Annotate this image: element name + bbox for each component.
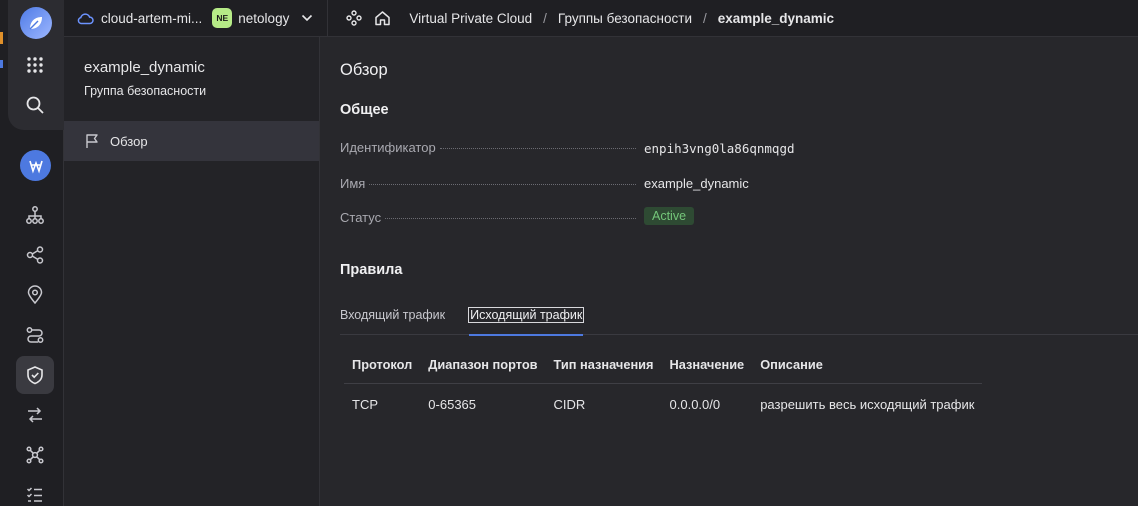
breadcrumb: Virtual Private Cloud / Группы безопасно… [409, 11, 834, 26]
cloud-logo[interactable] [20, 7, 52, 39]
tab-egress[interactable]: Исходящий трафик [468, 303, 585, 336]
folder-name[interactable]: netology [238, 11, 289, 26]
transfer-arrows-icon [28, 407, 42, 423]
field-row-id: Идентификатор [340, 140, 640, 155]
section-rules-title: Правила [340, 262, 403, 278]
location-pin-icon [27, 285, 43, 305]
grid-icon [27, 57, 43, 73]
traffic-tabs: Входящий трафик Исходящий трафик [340, 303, 1138, 336]
sidebar-item-overview[interactable]: Обзор [64, 121, 319, 161]
checklist-icon [26, 487, 42, 502]
share-nodes-icon [26, 246, 44, 264]
cell-protocol: TCP [352, 396, 378, 412]
column-header-protocol: Протокол [344, 347, 421, 384]
column-header-description: Описание [752, 347, 983, 384]
table-header-row: Протокол Диапазон портов Тип назначения … [344, 347, 983, 384]
breadcrumb-vpc[interactable]: Virtual Private Cloud [409, 11, 532, 26]
cell-destination-type: CIDR [553, 396, 586, 412]
breadcrumb-separator: / [702, 10, 707, 26]
nav-connections[interactable] [16, 236, 54, 274]
cloud-icon [77, 13, 94, 25]
resource-sidebar: example_dynamic Группа безопасности Обзо… [64, 37, 320, 506]
search-button[interactable] [16, 86, 54, 124]
main-content: Обзор Общее Идентификатор enpih3vng0la86… [320, 37, 1138, 506]
route-icon [26, 327, 44, 343]
cloud-name: cloud-artem-mi... [101, 10, 203, 26]
flag-icon [86, 134, 98, 148]
top-bar: cloud-artem-mi... NE netology Virtual Pr… [64, 0, 1138, 37]
breadcrumb-security-groups[interactable]: Группы безопасности [558, 11, 692, 26]
nav-topology[interactable] [16, 436, 54, 474]
hub-nodes-icon [26, 446, 44, 464]
field-value-id[interactable]: enpih3vng0la86qnmqgd [644, 141, 795, 156]
services-map-icon[interactable] [346, 10, 363, 26]
divider [327, 0, 329, 37]
leader-dots [439, 148, 636, 149]
edge-marks [0, 32, 3, 72]
tab-ingress[interactable]: Входящий трафик [340, 303, 445, 335]
breadcrumb-separator: / [543, 10, 547, 26]
cell-destination: 0.0.0.0/0 [669, 396, 721, 412]
search-icon [26, 96, 44, 114]
column-header-ports: Диапазон портов [420, 347, 546, 384]
cell-ports: 0-65365 [428, 396, 477, 412]
resource-title: example_dynamic [84, 59, 205, 76]
field-label-id: Идентификатор [340, 140, 436, 155]
field-row-name: Имя [340, 176, 640, 191]
status-badge: Active [644, 207, 695, 225]
nav-networks[interactable] [16, 196, 54, 234]
rules-table: Протокол Диапазон портов Тип назначения … [344, 347, 983, 425]
chevron-down-icon[interactable] [301, 14, 313, 22]
nav-gateways[interactable] [16, 396, 54, 434]
column-header-destination: Назначение [661, 347, 753, 384]
field-label-status: Статус [340, 210, 382, 225]
home-icon[interactable] [374, 10, 391, 26]
leader-dots [385, 218, 636, 219]
field-row-status: Статус [340, 210, 640, 225]
nav-addresses[interactable] [16, 276, 54, 314]
tab-label: Исходящий трафик [468, 307, 585, 323]
tab-label: Входящий трафик [340, 308, 446, 322]
field-value-name: example_dynamic [644, 176, 749, 191]
table-row[interactable]: TCP 0-65365 CIDR 0.0.0.0/0 разрешить вес… [344, 383, 982, 425]
leaf-icon [29, 17, 42, 30]
field-label-name: Имя [340, 176, 366, 191]
left-rail [0, 0, 64, 506]
page-title: Обзор [340, 61, 388, 79]
network-topology-icon [26, 206, 44, 224]
cloud-selector[interactable]: cloud-artem-mi... [76, 11, 202, 26]
leader-dots [369, 184, 636, 185]
nav-checklist[interactable] [16, 476, 54, 506]
folder-switcher-button[interactable] [20, 150, 51, 181]
shield-icon [27, 366, 43, 385]
folder-badge: NE [212, 8, 233, 28]
breadcrumb-current: example_dynamic [717, 10, 835, 26]
nav-routes[interactable] [16, 316, 54, 354]
network-fork-icon [28, 160, 43, 174]
nav-security-groups[interactable] [16, 356, 54, 394]
services-button[interactable] [16, 46, 54, 84]
column-header-destination-type: Тип назначения [545, 347, 662, 384]
cell-description: разрешить весь исходящий трафик [760, 396, 975, 412]
section-general-title: Общее [340, 102, 389, 118]
resource-type: Группа безопасности [84, 84, 207, 98]
sidebar-item-label: Обзор [110, 133, 148, 149]
